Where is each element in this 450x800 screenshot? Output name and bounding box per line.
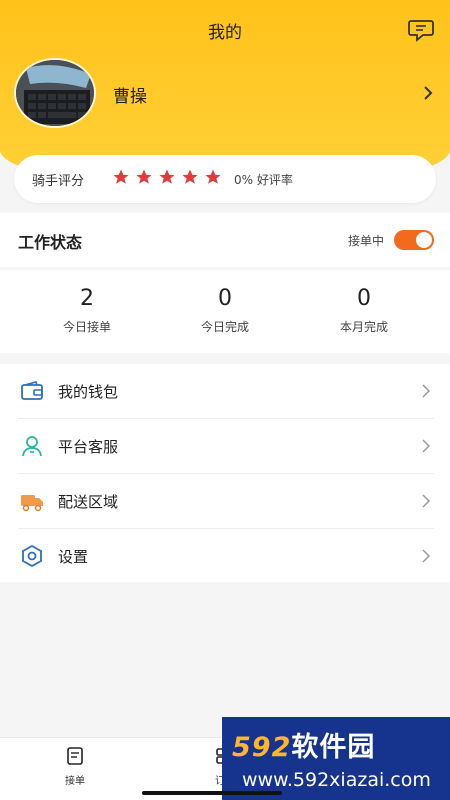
- delivery-truck-icon: [21, 495, 43, 512]
- watermark-url: www.592xiazai.com: [242, 769, 431, 791]
- star-icon: [113, 169, 129, 184]
- work-status-row: 工作状态 接单中: [0, 213, 450, 267]
- username[interactable]: 曹操: [113, 82, 147, 107]
- order-list-icon: [67, 747, 83, 765]
- chevron-right-icon: [422, 494, 430, 508]
- star-icon: [205, 169, 221, 184]
- chevron-right-icon: [422, 439, 430, 453]
- work-status-toggle[interactable]: [394, 230, 434, 250]
- positive-rate: 0% 好评率: [234, 173, 293, 187]
- home-indicator: [142, 791, 282, 795]
- menu-label: 配送区域: [58, 493, 119, 511]
- menu-label: 设置: [58, 548, 89, 566]
- watermark-title: 592软件园: [232, 725, 375, 764]
- tab-take-orders[interactable]: 接单: [40, 746, 110, 787]
- work-status-label: 工作状态: [18, 233, 83, 252]
- menu-item-wallet[interactable]: 我的钱包: [0, 364, 450, 418]
- menu-list: 我的钱包 平台客服 配送区域 设置: [0, 364, 450, 582]
- settings-icon: [22, 545, 42, 567]
- watermark-logo: 592软件园 www.592xiazai.com: [222, 717, 450, 800]
- watermark-number: 592: [232, 732, 292, 763]
- menu-label: 我的钱包: [58, 383, 119, 401]
- rating-stars: [112, 168, 222, 186]
- stat-value: 2: [80, 286, 94, 311]
- stat-label: 今日完成: [200, 320, 249, 334]
- chevron-right-icon: [422, 384, 430, 398]
- stat-value: 0: [357, 286, 371, 311]
- wallet-icon: [21, 381, 43, 400]
- stat-value: 0: [218, 286, 232, 311]
- work-status-text: 接单中: [347, 234, 384, 248]
- stats-panel: 2 今日接单 0 今日完成 0 本月完成: [0, 270, 450, 353]
- rating-card: 骑手评分 0% 好评率: [14, 155, 436, 203]
- star-icon: [182, 169, 198, 184]
- chevron-right-icon: [422, 549, 430, 563]
- menu-item-delivery-area[interactable]: 配送区域: [0, 474, 450, 528]
- toggle-knob: [416, 232, 432, 248]
- customer-service-icon: [22, 436, 42, 457]
- stat-month-completed: 0 本月完成: [289, 286, 439, 335]
- stat-today-completed: 0 今日完成: [150, 286, 300, 335]
- menu-label: 平台客服: [58, 438, 119, 456]
- chat-bubble-icon[interactable]: [408, 16, 434, 42]
- page-title: 我的: [208, 23, 242, 43]
- menu-item-settings[interactable]: 设置: [0, 529, 450, 583]
- menu-item-customer-service[interactable]: 平台客服: [0, 419, 450, 473]
- rating-label: 骑手评分: [32, 174, 85, 189]
- stat-label: 今日接单: [62, 320, 111, 334]
- chevron-right-icon[interactable]: [422, 84, 434, 102]
- avatar[interactable]: [14, 58, 96, 128]
- tab-label: 接单: [65, 776, 85, 787]
- stat-label: 本月完成: [339, 320, 388, 334]
- star-icon: [159, 169, 175, 184]
- star-icon: [136, 169, 152, 184]
- stat-today-orders: 2 今日接单: [12, 286, 162, 335]
- watermark-name: 软件园: [291, 732, 376, 763]
